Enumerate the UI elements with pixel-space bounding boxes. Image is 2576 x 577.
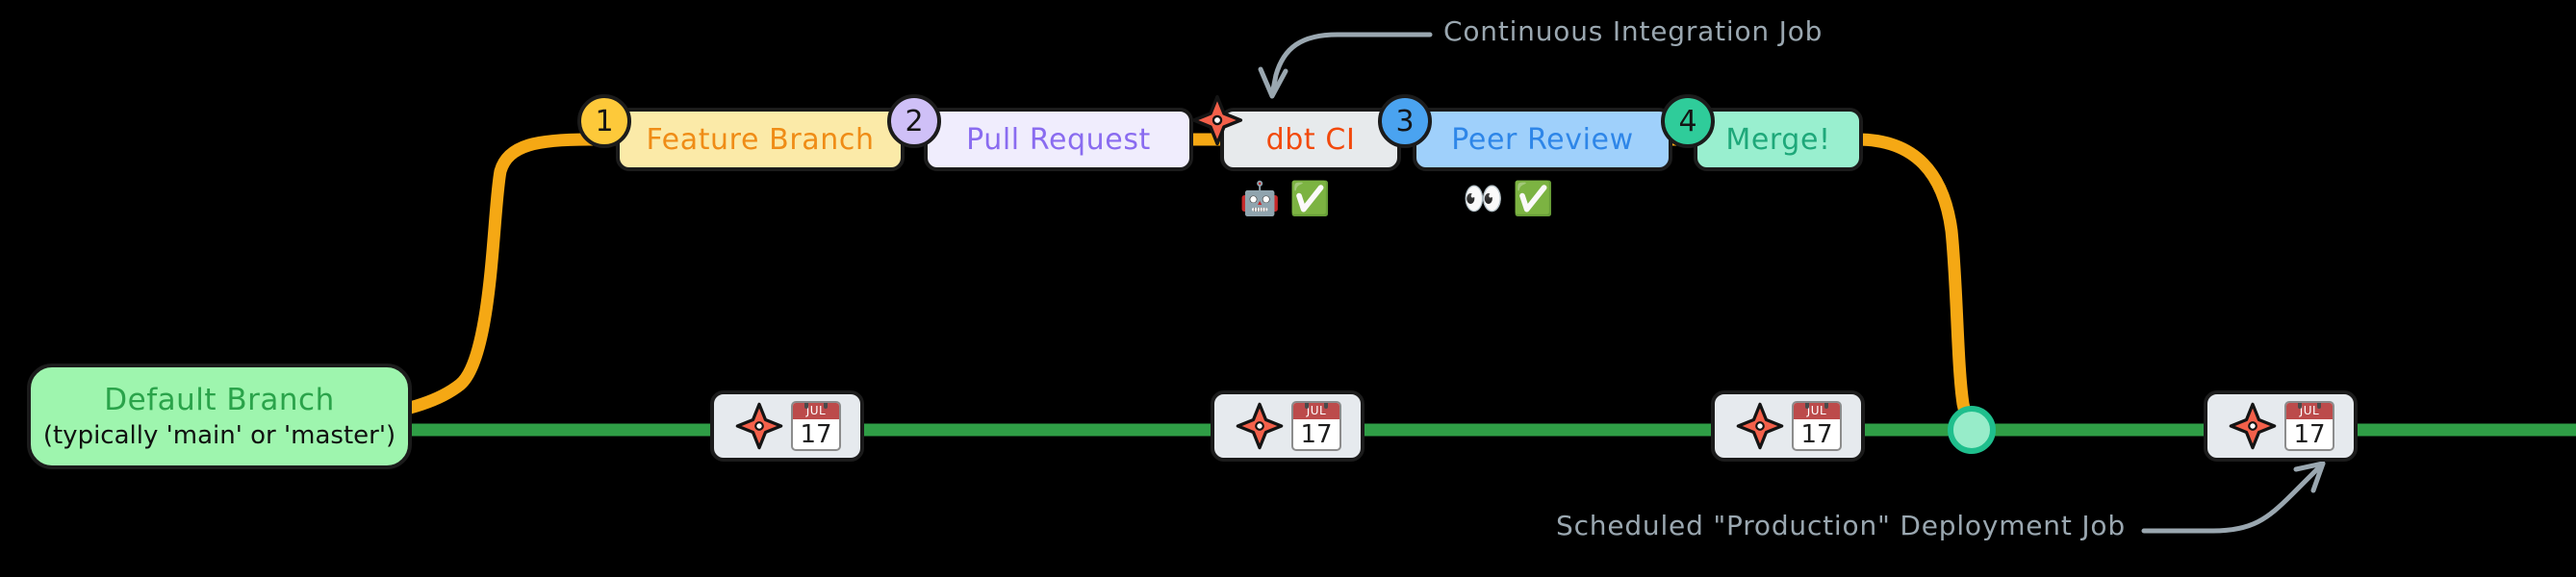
- merge-commit-dot[interactable]: [1948, 406, 1996, 454]
- commit-node[interactable]: JUL 17: [1211, 390, 1365, 462]
- commit-node[interactable]: JUL 17: [1711, 390, 1865, 462]
- step-badge-1-number: 1: [595, 104, 614, 138]
- node-peer-review[interactable]: Peer Review: [1413, 108, 1672, 171]
- node-merge-label: Merge!: [1725, 122, 1831, 157]
- feature-branch-line: [234, 133, 1978, 437]
- step-badge-4-number: 4: [1678, 104, 1697, 138]
- annotation-production-job: Scheduled "Production" Deployment Job: [1556, 510, 2126, 541]
- dbt-logo-icon: [1236, 402, 1284, 450]
- ci-annotation-arrowhead: [1258, 66, 1288, 99]
- white-check-mark-icon: ✅: [1513, 180, 1554, 218]
- calendar-icon: JUL 17: [1291, 401, 1341, 451]
- node-feature-branch-label: Feature Branch: [646, 122, 875, 157]
- calendar-day: 17: [800, 419, 832, 449]
- calendar-month: JUL: [2286, 403, 2333, 419]
- node-pull-request-label: Pull Request: [966, 122, 1151, 157]
- default-branch-node[interactable]: Default Branch (typically 'main' or 'mas…: [27, 364, 412, 469]
- branch-lines: [234, 32, 2576, 534]
- node-feature-branch[interactable]: Feature Branch: [616, 108, 905, 171]
- white-check-mark-icon: ✅: [1289, 180, 1331, 218]
- calendar-icon: JUL 17: [1792, 401, 1842, 451]
- node-merge[interactable]: Merge!: [1694, 108, 1863, 171]
- commit-node[interactable]: JUL 17: [2204, 390, 2358, 462]
- production-annotation-arrowhead: [2293, 461, 2326, 493]
- commit-node[interactable]: JUL 17: [710, 390, 864, 462]
- eyes-icon: 👀: [1463, 180, 1504, 218]
- step-badge-3: 3: [1378, 94, 1432, 148]
- dbt-logo-icon: [735, 402, 783, 450]
- production-annotation-leader: [2141, 461, 2326, 534]
- calendar-icon: JUL 17: [2284, 401, 2334, 451]
- dbt-logo-icon: [1736, 402, 1784, 450]
- step-badge-1: 1: [577, 94, 631, 148]
- dbt-logo-icon: [1191, 94, 1243, 146]
- robot-face-icon: 🤖: [1239, 180, 1281, 218]
- calendar-month: JUL: [1794, 403, 1840, 419]
- node-dbt-ci-label: dbt CI: [1265, 122, 1356, 157]
- calendar-icon: JUL 17: [791, 401, 841, 451]
- step-badge-2-number: 2: [905, 104, 924, 138]
- peer-review-status-badges: 👀 ✅: [1463, 183, 1554, 215]
- calendar-month: JUL: [793, 403, 839, 419]
- default-branch-title: Default Branch: [104, 383, 335, 417]
- annotation-ci-job: Continuous Integration Job: [1443, 15, 1824, 47]
- node-dbt-ci[interactable]: dbt CI: [1220, 108, 1401, 171]
- node-peer-review-label: Peer Review: [1451, 122, 1634, 157]
- calendar-day: 17: [2293, 419, 2326, 449]
- default-branch-subtitle: (typically 'main' or 'master'): [42, 421, 396, 450]
- calendar-month: JUL: [1293, 403, 1339, 419]
- dbt-ci-status-badges: 🤖 ✅: [1239, 183, 1331, 215]
- calendar-day: 17: [1800, 419, 1833, 449]
- calendar-day: 17: [1300, 419, 1333, 449]
- step-badge-4: 4: [1661, 94, 1715, 148]
- ci-annotation-leader: [1269, 32, 1433, 97]
- step-badge-2: 2: [887, 94, 941, 148]
- dbt-logo-icon: [2229, 402, 2277, 450]
- diagram-canvas: Default Branch (typically 'main' or 'mas…: [0, 0, 2576, 577]
- node-pull-request[interactable]: Pull Request: [924, 108, 1193, 171]
- step-badge-3-number: 3: [1395, 104, 1415, 138]
